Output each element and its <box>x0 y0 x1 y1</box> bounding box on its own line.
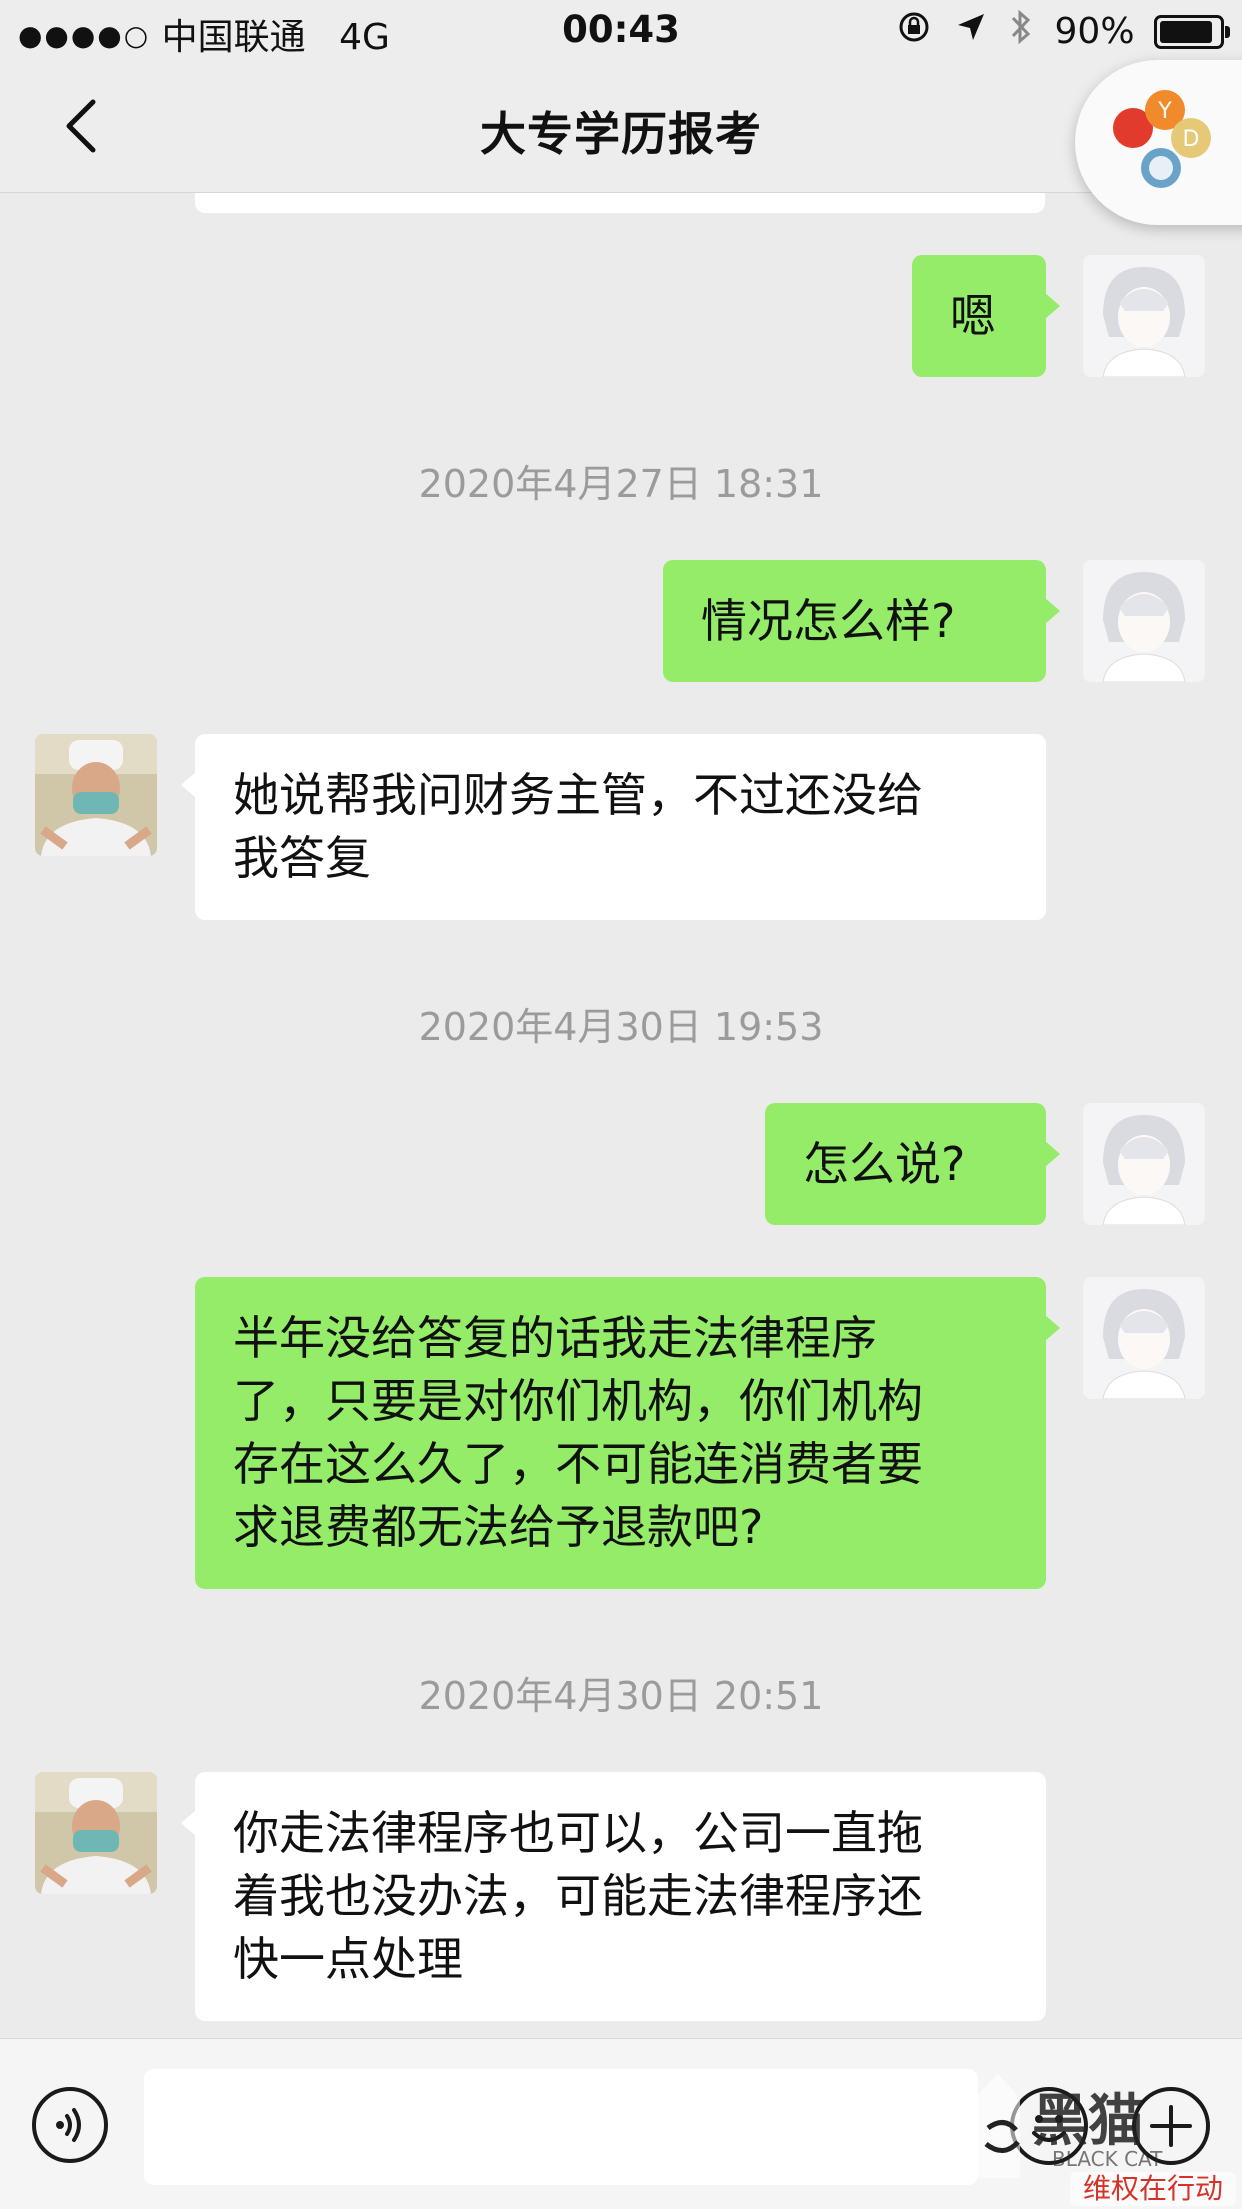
message-text-line: 半年没给答复的话我走法律程序 <box>233 1311 877 1365</box>
timestamp: 2020年4月30日 20:51 <box>418 1674 824 1718</box>
my-avatar[interactable] <box>1083 1277 1205 1399</box>
location-arrow-icon <box>954 10 988 53</box>
chat-area[interactable]: 嗯 2020年4月27日 18:31 情况怎么样? 她说帮我问财务主管，不过还没… <box>0 193 1242 2038</box>
mini-program-icon[interactable]: Y D <box>1075 60 1242 225</box>
message-bubble-me[interactable]: 怎么说? <box>765 1103 1060 1225</box>
nav-bar: 大专学历报考 <box>0 62 1242 193</box>
chat-title: 大专学历报考 <box>480 107 762 161</box>
message-text-line: 了，只要是对你们机构，你们机构 <box>233 1374 923 1428</box>
previous-message-bubble <box>195 193 1045 213</box>
message-text: 嗯 <box>950 289 996 343</box>
svg-text:黑猫: 黑猫 <box>1032 2089 1144 2154</box>
message-bubble-them[interactable]: 她说帮我问财务主管，不过还没给 我答复 <box>181 734 1046 920</box>
contact-avatar[interactable] <box>35 734 157 856</box>
timestamp: 2020年4月30日 19:53 <box>418 1005 824 1049</box>
bluetooth-icon <box>1009 8 1033 55</box>
message-bubble-me[interactable]: 半年没给答复的话我走法律程序 了，只要是对你们机构，你们机构 存在这么久了，不可… <box>195 1277 1060 1589</box>
message-bubble-me[interactable]: 情况怎么样? <box>663 560 1060 682</box>
watermark-brand: BLACK CAT <box>1052 2147 1163 2171</box>
watermark-text: 维权在行动 <box>1083 2172 1223 2205</box>
rotation-lock-icon <box>896 9 932 54</box>
message-text: 怎么说? <box>803 1137 966 1191</box>
my-avatar[interactable] <box>1083 560 1205 682</box>
contact-avatar[interactable] <box>35 1772 157 1894</box>
message-text-line: 快一点处理 <box>233 1932 463 1986</box>
status-bar: ●●●●○ 中国联通 4G 00:43 90% <box>0 0 1242 62</box>
message-bubble-me[interactable]: 嗯 <box>912 255 1060 377</box>
status-right: 90% <box>896 8 1230 55</box>
svg-text:D: D <box>1183 127 1200 152</box>
message-text: 情况怎么样? <box>701 594 956 648</box>
my-avatar[interactable] <box>1083 1103 1205 1225</box>
battery-icon <box>1154 14 1230 49</box>
message-text-line: 我答复 <box>233 831 371 885</box>
timestamp: 2020年4月27日 18:31 <box>418 462 824 506</box>
message-text-line: 着我也没办法，可能走法律程序还 <box>233 1869 923 1923</box>
voice-icon[interactable] <box>32 2087 108 2163</box>
message-input[interactable] <box>144 2069 978 2185</box>
message-bubble-them[interactable]: 你走法律程序也可以，公司一直拖 着我也没办法，可能走法律程序还 快一点处理 <box>181 1772 1046 2021</box>
message-text-line: 存在这么久了，不可能连消费者要 <box>233 1437 923 1491</box>
my-avatar[interactable] <box>1083 255 1205 377</box>
message-text-line: 她说帮我问财务主管，不过还没给 <box>233 768 923 822</box>
message-text-line: 你走法律程序也可以，公司一直拖 <box>233 1806 923 1860</box>
black-cat-watermark: 黑猫 BLACK CAT 维权在行动 <box>968 2068 1242 2208</box>
svg-text:Y: Y <box>1157 99 1172 124</box>
message-text-line: 求退费都无法给予退款吧? <box>233 1500 764 1554</box>
battery-percent: 90% <box>1054 11 1135 52</box>
